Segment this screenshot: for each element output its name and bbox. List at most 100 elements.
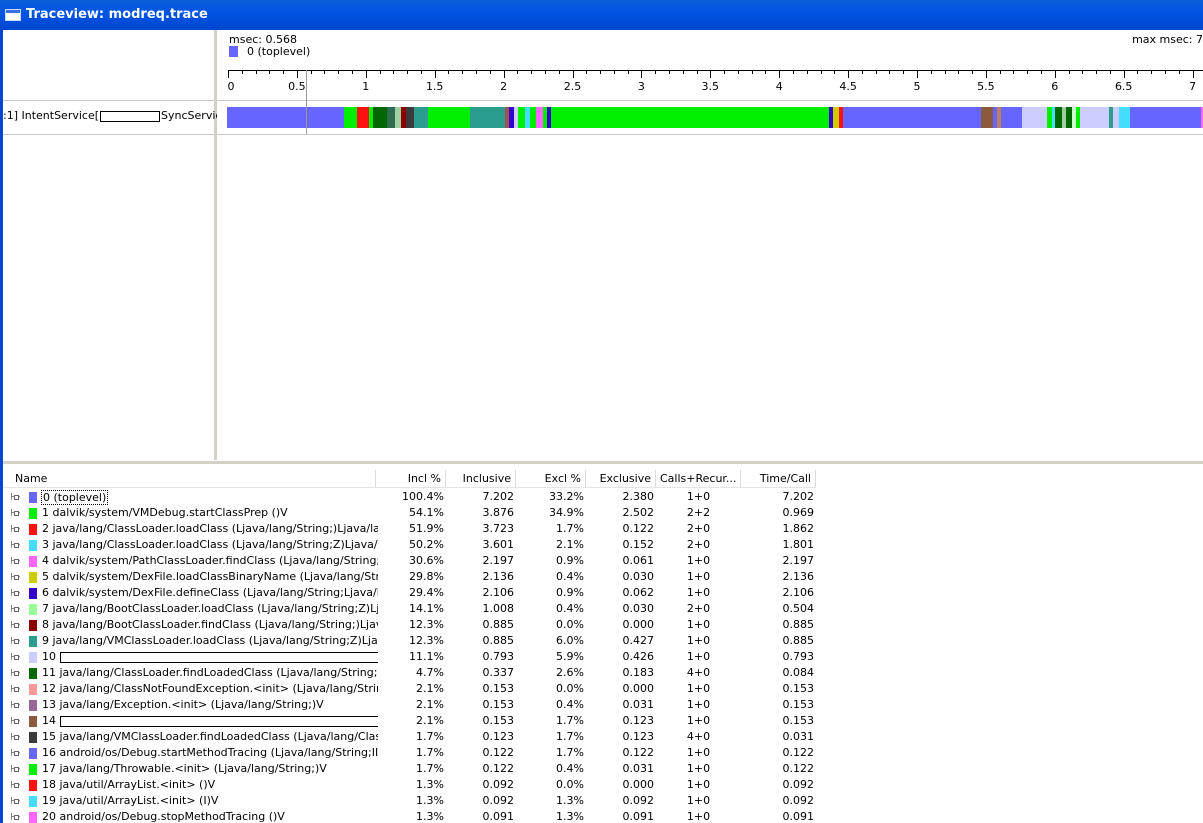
expand-toggle-icon[interactable] (11, 813, 20, 820)
ruler-tick (600, 70, 602, 74)
cell-exclusive: 0.062 (622, 586, 655, 599)
table-row[interactable]: 5 dalvik/system/DexFile.loadClassBinaryN… (3, 569, 816, 585)
cell-calls: 1+0 (686, 762, 711, 775)
ruler-tick (668, 70, 670, 74)
table-row[interactable]: 2 java/lang/ClassLoader.loadClass (Ljava… (3, 521, 816, 537)
thread-trace-strip[interactable] (227, 107, 1203, 128)
table-row[interactable]: 7 java/lang/BootClassLoader.loadClass (L… (3, 601, 816, 617)
timeline-pane[interactable]: msec: 0.568 max msec: 7 0 (toplevel) 0 0.… (217, 30, 1203, 460)
expand-toggle-icon[interactable] (11, 525, 20, 532)
ruler-tick (861, 70, 863, 74)
trace-segment[interactable] (386, 107, 396, 128)
trace-segment[interactable] (550, 107, 830, 128)
expand-toggle-icon[interactable] (11, 701, 20, 708)
expand-toggle-icon[interactable] (11, 685, 20, 692)
column-header-calls-recur[interactable]: Calls+Recur... (656, 470, 741, 487)
expand-toggle-icon[interactable] (11, 733, 20, 740)
expand-toggle-icon[interactable] (11, 509, 20, 516)
cell-excl-pct: 0.9% (556, 586, 584, 599)
expand-toggle-icon[interactable] (11, 781, 20, 788)
cell-calls: 1+0 (686, 778, 711, 791)
cell-calls: 1+0 (686, 570, 711, 583)
thread-row-label[interactable]: :1] IntentService[SyncService] (3, 109, 233, 122)
trace-segment[interactable] (227, 107, 345, 128)
table-row[interactable]: 11 java/lang/ClassLoader.findLoadedClass… (3, 665, 816, 681)
expand-toggle-icon[interactable] (11, 493, 20, 500)
trace-segment[interactable] (1118, 107, 1130, 128)
trace-segment[interactable] (1055, 107, 1063, 128)
ruler-tick (1013, 70, 1015, 74)
table-row[interactable]: 19 java/util/ArrayList.<init> (I)V 1.3% 0.… (3, 793, 816, 809)
table-row[interactable]: 4 dalvik/system/PathClassLoader.findClas… (3, 553, 816, 569)
expand-toggle-icon[interactable] (11, 557, 20, 564)
expand-toggle-icon[interactable] (11, 541, 20, 548)
table-row[interactable]: 17 java/lang/Throwable.<init> (Ljava/lan… (3, 761, 816, 777)
table-row[interactable]: 18 java/util/ArrayList.<init> ()V 1.3% 0.0… (3, 777, 816, 793)
table-row[interactable]: 13 java/lang/Exception.<init> (Ljava/lan… (3, 697, 816, 713)
title-bar[interactable]: Traceview: modreq.trace (0, 0, 1203, 30)
column-header-inclusive[interactable]: Inclusive (446, 470, 516, 487)
expand-toggle-icon[interactable] (11, 765, 20, 772)
trace-segment[interactable] (535, 107, 543, 128)
time-ruler[interactable]: 0 0.5 1 1.5 2 2.5 3 3.5 4 4.5 5 5.5 6 6.5 7 (217, 66, 1203, 96)
expand-toggle-icon[interactable] (11, 589, 20, 596)
trace-segment[interactable] (1001, 107, 1023, 128)
ruler-tick (1192, 70, 1194, 78)
trace-segment[interactable] (1079, 107, 1109, 128)
cell-exclusive: 2.502 (622, 506, 655, 519)
trace-segment[interactable] (414, 107, 429, 128)
ruler-tick-label: 3.5 (701, 80, 720, 93)
ruler-tick (269, 70, 271, 74)
table-row[interactable]: 8 java/lang/BootClassLoader.findClass (L… (3, 617, 816, 633)
method-color-swatch (29, 588, 37, 599)
time-cursor-line[interactable] (306, 70, 308, 134)
column-header-excl-pct[interactable]: Excl % (516, 470, 586, 487)
expand-toggle-icon[interactable] (11, 669, 20, 676)
cell-time-per-call: 1.862 (782, 522, 815, 535)
column-header-time-per-call[interactable]: Time/Call (741, 470, 816, 487)
table-row[interactable]: 10 11.1% 0.793 5.9% 0.426 1+0 0.793 (3, 649, 816, 665)
column-header-name[interactable]: Name (3, 470, 376, 487)
column-header-incl-pct[interactable]: Incl % (376, 470, 446, 487)
trace-segment[interactable] (373, 107, 387, 128)
trace-segment[interactable] (980, 107, 994, 128)
expand-toggle-icon[interactable] (11, 605, 20, 612)
trace-segment[interactable] (406, 107, 415, 128)
table-row[interactable]: 12 java/lang/ClassNotFoundException.<ini… (3, 681, 816, 697)
expand-toggle-icon[interactable] (11, 797, 20, 804)
table-row[interactable]: 16 android/os/Debug.startMethodTracing (… (3, 745, 816, 761)
trace-segment[interactable] (517, 107, 525, 128)
table-row[interactable]: 0 (toplevel) 100.4% 7.202 33.2% 2.380 1+0 7.20… (3, 489, 816, 505)
method-name-text: 4 dalvik/system/PathClassLoader.findClas… (42, 554, 378, 567)
ruler-tick (531, 70, 533, 74)
expand-toggle-icon[interactable] (11, 573, 20, 580)
ruler-tick (751, 70, 753, 74)
trace-segment[interactable] (1022, 107, 1047, 128)
cell-excl-pct: 0.4% (556, 762, 584, 775)
expand-toggle-icon[interactable] (11, 717, 20, 724)
column-header-exclusive[interactable]: Exclusive (586, 470, 656, 487)
table-row[interactable]: 15 java/lang/VMClassLoader.findLoadedCla… (3, 729, 816, 745)
trace-segment[interactable] (344, 107, 357, 128)
window-icon[interactable] (5, 9, 21, 21)
table-row[interactable]: 20 android/os/Debug.stopMethodTracing ()… (3, 809, 816, 823)
cell-inclusive: 1.008 (482, 602, 515, 615)
table-row[interactable]: 9 java/lang/VMClassLoader.loadClass (Lja… (3, 633, 816, 649)
ruler-tick (820, 70, 822, 74)
ruler-tick (1082, 70, 1084, 74)
table-row[interactable]: 14 2.1% 0.153 1.7% 0.123 1+0 0.153 (3, 713, 816, 729)
table-row[interactable]: 1 dalvik/system/VMDebug.startClassPrep (… (3, 505, 816, 521)
trace-segment[interactable] (469, 107, 506, 128)
trace-segment[interactable] (428, 107, 470, 128)
cell-excl-pct: 1.7% (556, 730, 584, 743)
trace-segment[interactable] (356, 107, 369, 128)
expand-toggle-icon[interactable] (11, 621, 20, 628)
expand-toggle-icon[interactable] (11, 653, 20, 660)
trace-segment[interactable] (842, 107, 981, 128)
table-row[interactable]: 3 java/lang/ClassLoader.loadClass (Ljava… (3, 537, 816, 553)
table-row[interactable]: 6 dalvik/system/DexFile.defineClass (Lja… (3, 585, 816, 601)
trace-segment[interactable] (1129, 107, 1202, 128)
expand-toggle-icon[interactable] (11, 637, 20, 644)
expand-toggle-icon[interactable] (11, 749, 20, 756)
method-color-swatch (29, 636, 37, 647)
